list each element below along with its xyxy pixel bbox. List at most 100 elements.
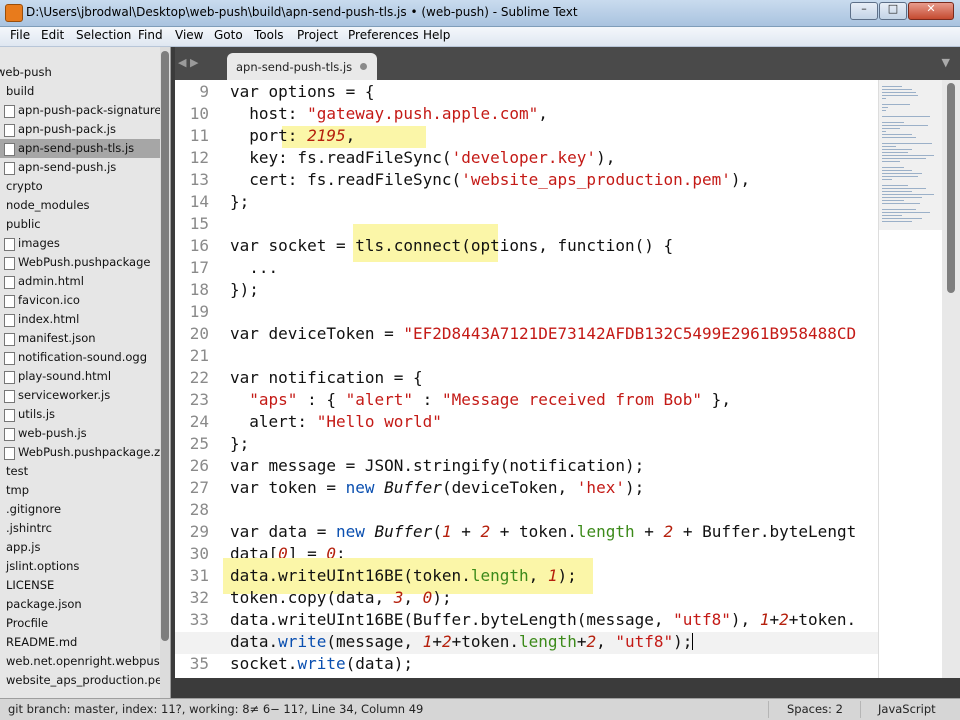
line-number: 23 bbox=[189, 390, 209, 409]
code-line: }; bbox=[230, 434, 250, 453]
minimap-line bbox=[882, 110, 886, 111]
minimap-line bbox=[882, 215, 902, 216]
sidebar-item-label: node_modules bbox=[6, 198, 90, 212]
sidebar-file[interactable]: web-push.js bbox=[0, 424, 160, 443]
sidebar-file[interactable]: apn-push-pack-signature.js bbox=[0, 101, 170, 120]
editor-scrollbar-thumb[interactable] bbox=[947, 83, 955, 293]
sidebar-file[interactable]: admin.html bbox=[0, 272, 160, 291]
status-bar: git branch: master, index: 11?, working:… bbox=[0, 698, 960, 720]
menu-goto[interactable]: Goto bbox=[214, 28, 243, 42]
minimap-line bbox=[882, 218, 922, 219]
sidebar-file[interactable]: .gitignore bbox=[0, 500, 160, 519]
menu-edit[interactable]: Edit bbox=[41, 28, 64, 42]
file-icon bbox=[4, 371, 15, 384]
menu-view[interactable]: View bbox=[175, 28, 203, 42]
minimap-line bbox=[882, 179, 892, 180]
menu-help[interactable]: Help bbox=[423, 28, 450, 42]
sidebar-scrollbar[interactable] bbox=[160, 47, 170, 698]
project-sidebar: web-push build apn-push-pack-signature.js a… bbox=[0, 47, 171, 698]
line-number: 35 bbox=[189, 654, 209, 673]
sidebar-file[interactable]: package.json bbox=[0, 595, 160, 614]
close-button[interactable]: ✕ bbox=[908, 2, 954, 20]
sidebar-folder[interactable]: WebPush.pushpackage bbox=[0, 253, 160, 272]
menu-selection[interactable]: Selection bbox=[76, 28, 131, 42]
sidebar-item-label: web-push bbox=[0, 65, 52, 79]
sidebar-file[interactable]: notification-sound.ogg bbox=[0, 348, 160, 367]
menu-preferences[interactable]: Preferences bbox=[348, 28, 419, 42]
indentation-selector[interactable]: Spaces: 2 bbox=[787, 702, 843, 716]
minimap-line bbox=[882, 131, 886, 132]
sidebar-folder[interactable]: node_modules bbox=[0, 196, 160, 215]
code-line: data.writeUInt16BE(token.length, 1); bbox=[230, 566, 577, 585]
code-line: key: fs.readFileSync('developer.key'), bbox=[230, 148, 616, 167]
file-icon bbox=[4, 105, 15, 118]
menu-find[interactable]: Find bbox=[138, 28, 163, 42]
code-line: "aps" : { "alert" : "Message received fr… bbox=[249, 390, 731, 409]
menu-file[interactable]: File bbox=[10, 28, 30, 42]
tab-apn-send-push-tls[interactable]: apn-send-push-tls.js bbox=[227, 53, 377, 80]
editor-scrollbar[interactable] bbox=[942, 80, 960, 678]
file-icon bbox=[4, 143, 15, 156]
file-icon bbox=[4, 447, 15, 460]
minimap-line bbox=[882, 137, 916, 138]
syntax-selector[interactable]: JavaScript bbox=[878, 702, 936, 716]
sidebar-folder[interactable]: images bbox=[0, 234, 160, 253]
file-icon bbox=[4, 276, 15, 289]
sidebar-file[interactable]: apn-push-pack.js bbox=[0, 120, 160, 139]
sidebar-folder[interactable]: public bbox=[0, 215, 160, 234]
minimize-button[interactable]: – bbox=[850, 2, 878, 20]
sidebar-folder[interactable]: test bbox=[0, 462, 160, 481]
code-line: var options = { bbox=[230, 82, 375, 101]
unsaved-dot-icon[interactable] bbox=[360, 63, 367, 70]
menu-tools[interactable]: Tools bbox=[254, 28, 284, 42]
sidebar-file[interactable]: LICENSE bbox=[0, 576, 160, 595]
sidebar-item-label: serviceworker.js bbox=[18, 388, 111, 402]
folder-icon bbox=[4, 238, 15, 251]
sidebar-file[interactable]: app.js bbox=[0, 538, 160, 557]
file-icon bbox=[4, 409, 15, 422]
line-number: 26 bbox=[189, 456, 209, 475]
line-number: 29 bbox=[189, 522, 209, 541]
minimap-line bbox=[882, 89, 912, 90]
sidebar-file[interactable]: play-sound.html bbox=[0, 367, 160, 386]
line-number: 17 bbox=[189, 258, 209, 277]
minimap-line bbox=[882, 104, 910, 105]
sidebar-file[interactable]: website_aps_production.pem bbox=[0, 671, 170, 690]
sidebar-file[interactable]: index.html bbox=[0, 310, 160, 329]
sidebar-folder[interactable]: web-push bbox=[0, 63, 160, 82]
file-icon bbox=[4, 314, 15, 327]
sidebar-file[interactable]: jslint.options bbox=[0, 557, 160, 576]
minimap-line bbox=[882, 167, 904, 168]
sidebar-folder[interactable]: tmp bbox=[0, 481, 160, 500]
sidebar-file[interactable]: apn-send-push.js bbox=[0, 158, 160, 177]
sidebar-folder[interactable]: build bbox=[0, 82, 160, 101]
window-title: D:\Users\jbrodwal\Desktop\web-push\build… bbox=[26, 5, 578, 19]
code-line: var notification = { bbox=[230, 368, 423, 387]
menu-project[interactable]: Project bbox=[297, 28, 338, 42]
tab-nav-arrows-icon[interactable]: ◀ ▶ bbox=[178, 56, 198, 69]
code-line: ... bbox=[230, 258, 279, 277]
line-number: 25 bbox=[189, 434, 209, 453]
sidebar-folder[interactable]: crypto bbox=[0, 177, 160, 196]
code-editor[interactable]: 9 10 11 12 13 14 15 16 17 18 19 20 21 22 23 24 25 26 27 28 2… bbox=[175, 80, 878, 678]
file-icon bbox=[4, 333, 15, 346]
sidebar-file[interactable]: utils.js bbox=[0, 405, 160, 424]
sidebar-file[interactable]: README.md bbox=[0, 633, 160, 652]
tab-menu-icon[interactable]: ▼ bbox=[942, 56, 950, 69]
status-divider bbox=[860, 701, 861, 718]
sidebar-file[interactable]: Procfile bbox=[0, 614, 160, 633]
sidebar-scrollbar-thumb[interactable] bbox=[161, 51, 169, 641]
minimap[interactable] bbox=[878, 80, 943, 678]
sidebar-file[interactable]: apn-send-push-tls.js bbox=[0, 139, 160, 158]
sidebar-file[interactable]: serviceworker.js bbox=[0, 386, 160, 405]
minimap-line bbox=[882, 107, 888, 108]
sidebar-file[interactable]: .jshintrc bbox=[0, 519, 160, 538]
minimap-line bbox=[882, 158, 926, 159]
sidebar-file[interactable]: web.net.openright.webpush. bbox=[0, 652, 170, 671]
minimap-line bbox=[882, 188, 926, 189]
sidebar-file[interactable]: WebPush.pushpackage.zip bbox=[0, 443, 170, 462]
sidebar-item-label: images bbox=[18, 236, 60, 250]
sidebar-file[interactable]: favicon.ico bbox=[0, 291, 160, 310]
sidebar-file[interactable]: manifest.json bbox=[0, 329, 160, 348]
maximize-button[interactable]: □ bbox=[879, 2, 907, 20]
